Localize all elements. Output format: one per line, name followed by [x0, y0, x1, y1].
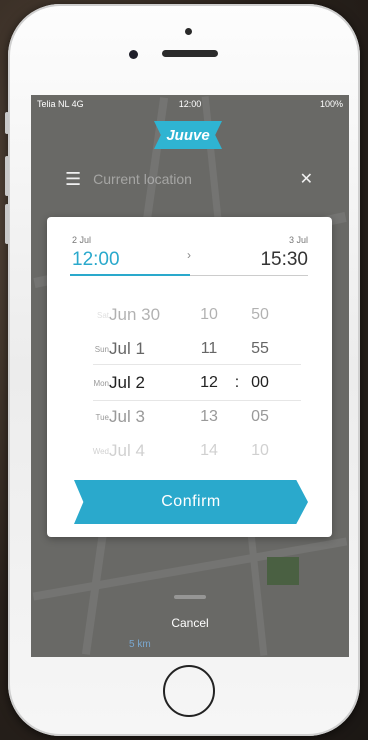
date-label: Jul 4 — [109, 441, 145, 460]
sheet-drag-handle[interactable] — [174, 595, 206, 599]
close-icon[interactable]: ✕ — [300, 169, 313, 189]
weekday-label: Mon — [93, 378, 109, 388]
carrier-label: Telia NL 4G — [37, 99, 84, 109]
hour-label: 14 — [200, 442, 218, 459]
chevron-right-icon: › — [187, 248, 191, 262]
date-label: Jul 1 — [109, 339, 145, 358]
date-label: Jul 3 — [109, 407, 145, 426]
clock-label: 12:00 — [178, 99, 202, 109]
minute-label: 55 — [251, 340, 269, 357]
front-camera — [129, 50, 138, 59]
hour-label: 10 — [200, 306, 218, 323]
minute-label: 00 — [251, 374, 269, 391]
screen: Telia NL 4G 12:00 100% Juuve ☰ Current l… — [31, 95, 349, 657]
picker-row[interactable]: Sat Jun 30 10 50 — [91, 300, 291, 330]
end-time-tab[interactable]: 15:30 — [260, 249, 308, 271]
minute-label: 05 — [251, 408, 269, 425]
time-separator: : — [234, 374, 240, 391]
earpiece-speaker — [162, 50, 218, 57]
hour-label: 13 — [200, 408, 218, 425]
picker-row-selected[interactable]: Mon Jul 2 12 : 00 — [91, 368, 291, 398]
weekday-label: Sun — [94, 344, 109, 354]
hamburger-menu-icon[interactable]: ☰ — [65, 169, 81, 190]
selection-line-bottom — [93, 400, 301, 401]
status-bar: Telia NL 4G 12:00 100% — [31, 95, 349, 113]
rental-range: 2 Jul 12:00 › 3 Jul 15:30 — [70, 235, 308, 283]
mute-switch — [5, 112, 9, 134]
picker-row[interactable]: Tue Jul 3 13 05 — [91, 402, 291, 432]
picker-row[interactable]: Sun Jul 1 11 55 — [91, 334, 291, 364]
hour-label: 12 — [200, 374, 218, 391]
search-bar[interactable]: ☰ Current location ✕ — [31, 161, 349, 197]
minute-label: 50 — [251, 306, 269, 323]
search-input[interactable]: Current location — [93, 171, 192, 187]
selection-line-top — [93, 364, 301, 365]
home-button[interactable] — [163, 665, 215, 717]
date-time-wheel[interactable]: Sat Jun 30 10 50 Sun Jul 1 11 55 Mon Jul… — [91, 300, 301, 470]
cancel-button[interactable]: Cancel — [31, 616, 349, 630]
active-tab-indicator — [70, 274, 190, 276]
weekday-label: Wed — [92, 446, 109, 456]
hour-label: 11 — [200, 340, 218, 357]
date-time-picker-dialog: 2 Jul 12:00 › 3 Jul 15:30 Sat Jun 30 10 … — [47, 217, 332, 537]
weekday-label: Tue — [95, 412, 110, 422]
start-date-label: 2 Jul — [72, 235, 92, 245]
date-label: Jul 2 — [109, 373, 145, 392]
map-scale-label: 5 km — [129, 639, 151, 650]
volume-up-button — [5, 156, 9, 196]
app-logo: Juuve — [154, 121, 222, 149]
confirm-button[interactable]: Confirm — [74, 480, 308, 524]
battery-label: 100% — [319, 99, 343, 109]
start-time-tab[interactable]: 12:00 — [72, 249, 120, 271]
minute-label: 10 — [251, 442, 269, 459]
end-date-label: 3 Jul — [288, 235, 308, 245]
proximity-sensor — [185, 28, 192, 35]
volume-down-button — [5, 204, 9, 244]
date-label: Jun 30 — [109, 305, 161, 324]
weekday-label: Sat — [96, 310, 109, 320]
picker-row[interactable]: Wed Jul 4 14 10 — [91, 436, 291, 466]
